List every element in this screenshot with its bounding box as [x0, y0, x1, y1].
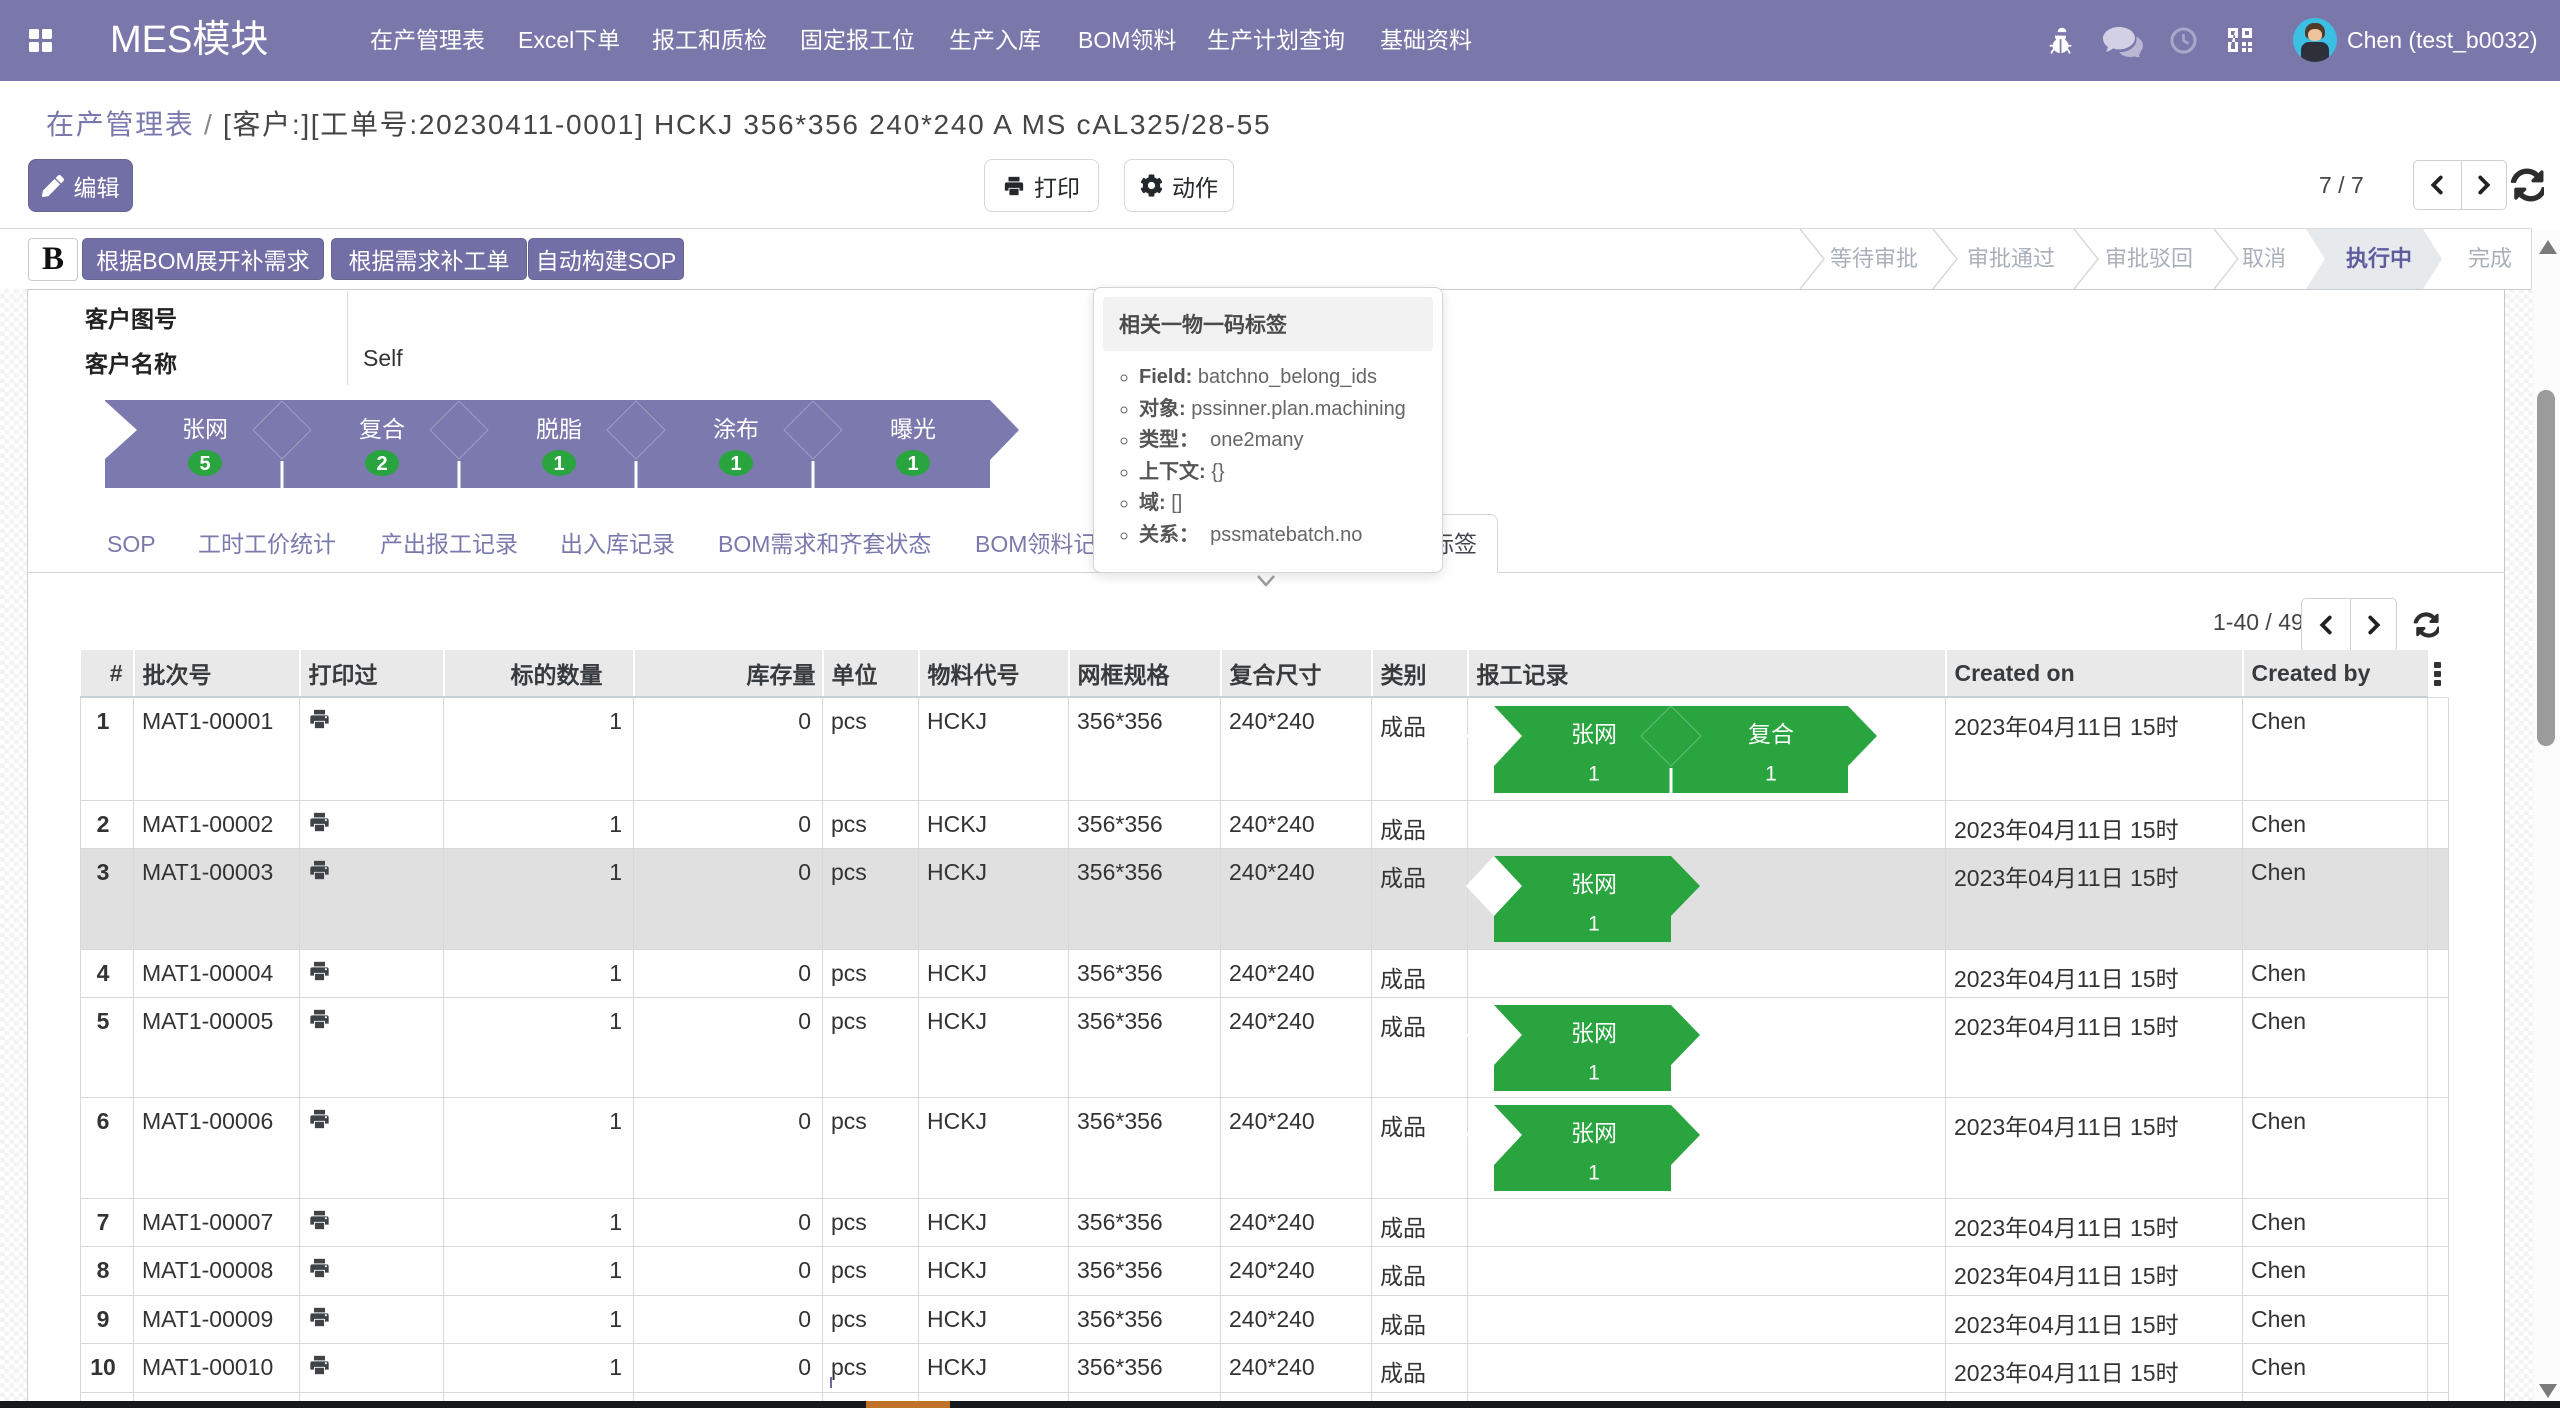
svg-text:1: 1	[1588, 763, 1600, 786]
svg-text:张网: 张网	[182, 416, 228, 442]
svg-text:张网: 张网	[1571, 1120, 1617, 1146]
svg-text:复合: 复合	[1748, 721, 1794, 747]
svg-text:2: 2	[376, 453, 387, 475]
svg-text:涂布: 涂布	[713, 416, 759, 442]
svg-text:1: 1	[1588, 913, 1600, 936]
svg-text:脱脂: 脱脂	[536, 416, 582, 442]
svg-text:1: 1	[907, 453, 918, 475]
svg-text:1: 1	[730, 453, 741, 475]
svg-text:1: 1	[1765, 763, 1777, 786]
svg-text:5: 5	[199, 453, 210, 475]
svg-text:曝光: 曝光	[890, 416, 936, 442]
svg-text:复合: 复合	[359, 416, 405, 442]
svg-text:张网: 张网	[1571, 871, 1617, 897]
svg-text:张网: 张网	[1571, 721, 1617, 747]
svg-text:张网: 张网	[1571, 1020, 1617, 1046]
svg-text:1: 1	[553, 453, 564, 475]
svg-text:1: 1	[1588, 1162, 1600, 1185]
svg-text:1: 1	[1588, 1062, 1600, 1085]
